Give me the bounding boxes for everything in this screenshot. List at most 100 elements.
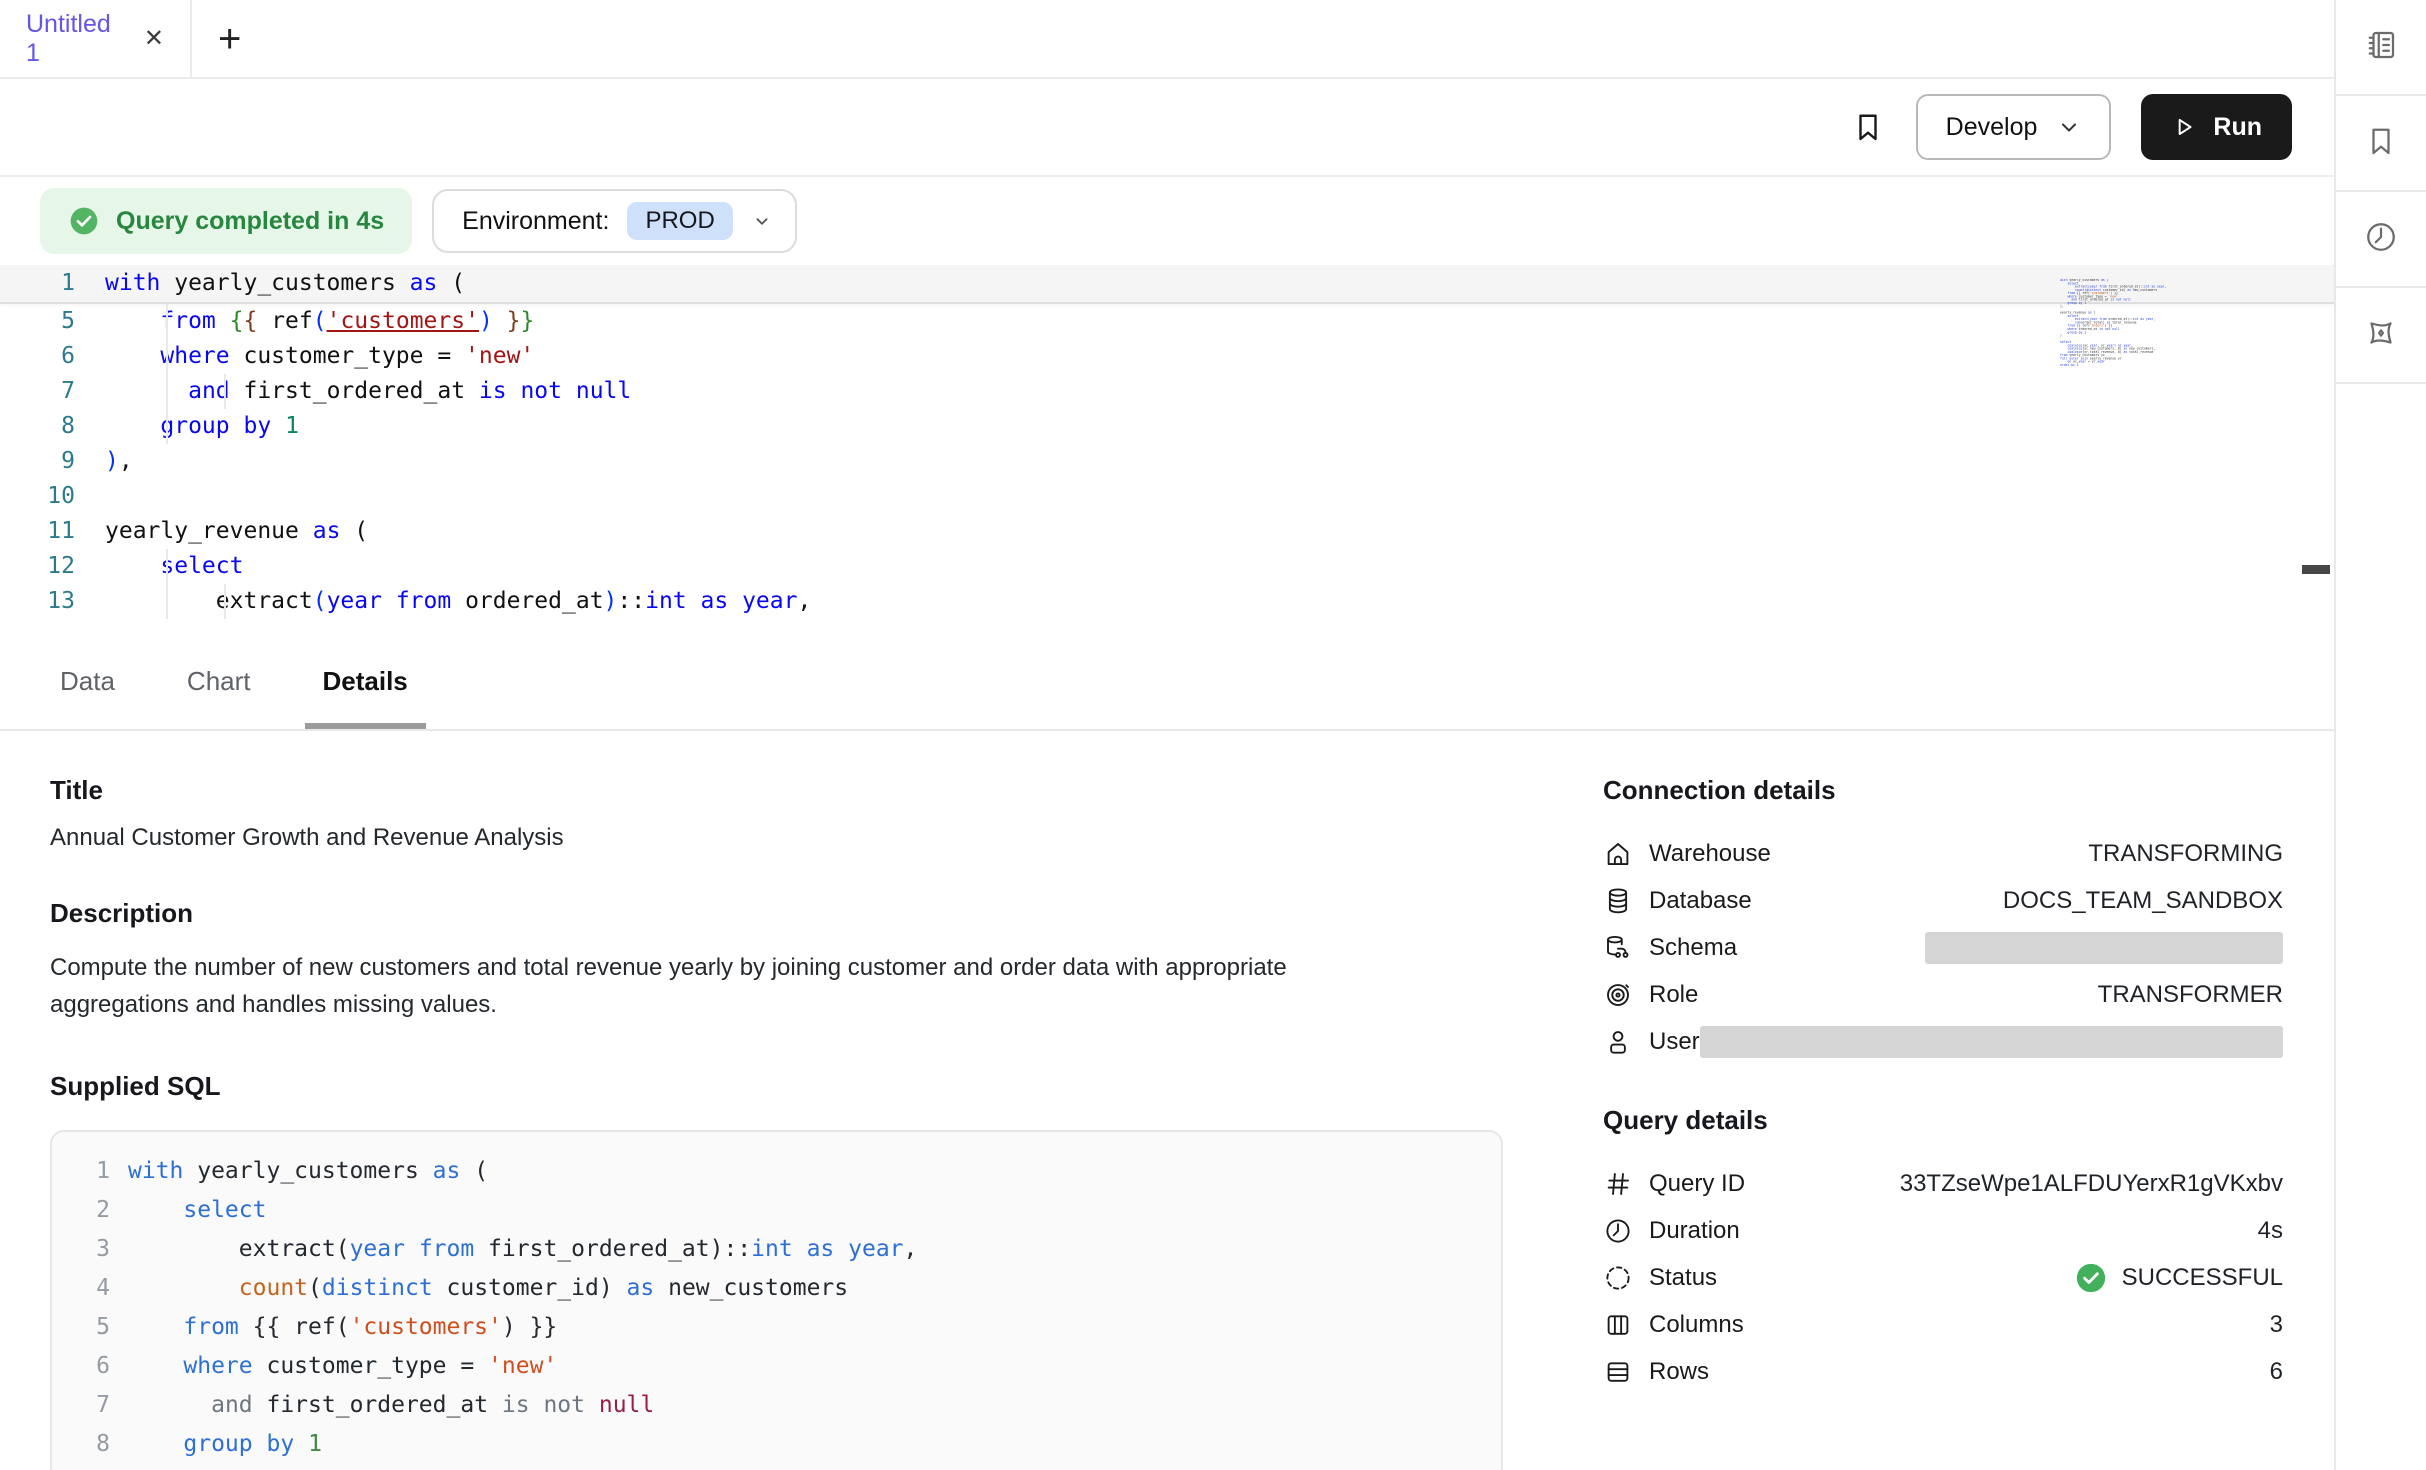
detail-label: User (1649, 1028, 1700, 1056)
main-area: Untitled 1 ✕ + Develop Run Query complet… (0, 0, 2334, 1470)
scrollbar-thumb[interactable] (2302, 565, 2330, 574)
code-line: 12 select (0, 549, 2334, 584)
tab-chart[interactable]: Chart (177, 633, 261, 729)
app-root: Untitled 1 ✕ + Develop Run Query complet… (0, 0, 2426, 1470)
database-icon (1603, 886, 1633, 916)
detail-value: 4s (2258, 1217, 2283, 1245)
sticky-line: 1with yearly_customers as ( (0, 265, 2334, 304)
line-number: 10 (0, 479, 105, 514)
editor-lines: 5 from {{ ref('customers') }}6 where cus… (0, 304, 2334, 633)
tab-untitled-1[interactable]: Untitled 1 ✕ (0, 0, 192, 77)
spinner-icon (1603, 1263, 1633, 1293)
detail-value: TRANSFORMER (2098, 981, 2283, 1009)
sidebar-history-button[interactable] (2336, 192, 2426, 288)
detail-row: Duration4s (1603, 1207, 2283, 1254)
sidebar-notebook-button[interactable] (2336, 0, 2426, 96)
new-tab-button[interactable]: + (218, 19, 241, 59)
code-line: 9), (0, 444, 2334, 479)
query-details-heading: Query details (1603, 1105, 2283, 1136)
query-status-text: Query completed in 4s (116, 207, 384, 236)
detail-row: Role TRANSFORMER (1603, 971, 2283, 1018)
editor-scrollbar[interactable] (2302, 265, 2332, 633)
line-number: 5 (0, 304, 105, 339)
line-number: 1 (0, 265, 105, 302)
connection-details-heading: Connection details (1603, 775, 2283, 806)
line-number: 8 (52, 1425, 128, 1464)
sidebar-compass-button[interactable] (2336, 288, 2426, 384)
toolbar: Develop Run (0, 79, 2334, 177)
close-icon[interactable]: ✕ (144, 24, 164, 53)
code-line: 10 (0, 479, 2334, 514)
tab-data[interactable]: Data (50, 633, 125, 729)
line-number: 3 (52, 1230, 128, 1269)
title-value: Annual Customer Growth and Revenue Analy… (50, 824, 1503, 852)
bookmark-icon[interactable] (1850, 109, 1886, 145)
line-number: 11 (0, 514, 105, 549)
detail-value: 6 (2270, 1358, 2283, 1386)
detail-row: Schema (1603, 924, 2283, 971)
code-line: 8 group by 1 (52, 1425, 1501, 1464)
line-number: 9 (52, 1464, 128, 1470)
supplied-sql-block: 1with yearly_customers as (2 select3 ext… (50, 1130, 1503, 1470)
detail-row: StatusSUCCESSFUL (1603, 1254, 2283, 1301)
user-icon (1603, 1027, 1633, 1057)
code-line: 8 group by 1 (0, 409, 2334, 444)
code-line: 2 select (52, 1191, 1501, 1230)
detail-value: 33TZseWpe1ALFDUYerxR1gVKxbv (1900, 1170, 2283, 1198)
line-number: 6 (52, 1347, 128, 1386)
code-line: 5 from {{ ref('customers') }} (52, 1308, 1501, 1347)
line-number: 8 (0, 409, 105, 444)
detail-label: Status (1649, 1264, 1717, 1292)
code-line: 13 extract(year from ordered_at)::int as… (0, 584, 2334, 619)
environment-label: Environment: (462, 207, 609, 236)
redacted-value (1700, 1026, 2283, 1058)
query-status-pill: Query completed in 4s (40, 188, 412, 254)
tab-details[interactable]: Details (313, 633, 418, 729)
code-line: 9), (52, 1464, 1501, 1470)
details-panel: Title Annual Customer Growth and Revenue… (0, 731, 2334, 1470)
detail-value: TRANSFORMING (2088, 840, 2283, 868)
detail-row: Query ID 33TZseWpe1ALFDUYerxR1gVKxbv (1603, 1160, 2283, 1207)
connection-details-rows: Warehouse TRANSFORMING DatabaseDOCS_TEAM_S… (1603, 830, 2283, 1065)
description-heading: Description (50, 898, 1503, 929)
detail-row: User (1603, 1018, 2283, 1065)
code-line: 11yearly_revenue as ( (0, 514, 2334, 549)
develop-button[interactable]: Develop (1916, 94, 2112, 160)
line-number: 5 (52, 1308, 128, 1347)
detail-label: Query ID (1649, 1170, 1745, 1198)
detail-label: Warehouse (1649, 840, 1771, 868)
chevron-down-icon (751, 210, 773, 232)
code-line: 7 and first_ordered_at is not null (0, 374, 2334, 409)
tab-label: Untitled 1 (26, 10, 124, 68)
detail-label: Role (1649, 981, 1698, 1009)
detail-row: Rows 6 (1603, 1348, 2283, 1395)
line-number: 13 (0, 584, 105, 619)
code-line: 1with yearly_customers as ( (0, 265, 2334, 302)
environment-selector[interactable]: Environment: PROD (432, 189, 797, 253)
hash-icon (1603, 1169, 1633, 1199)
detail-label: Columns (1649, 1311, 1744, 1339)
run-button[interactable]: Run (2141, 94, 2292, 160)
sql-editor[interactable]: 1with yearly_customers as ( 5 from {{ re… (0, 265, 2334, 633)
schema-icon (1603, 933, 1633, 963)
detail-row: DatabaseDOCS_TEAM_SANDBOX (1603, 877, 2283, 924)
redacted-value (1925, 932, 2283, 964)
right-sidebar (2334, 0, 2426, 1470)
description-value: Compute the number of new customers and … (50, 949, 1360, 1023)
sidebar-bookmark-button[interactable] (2336, 96, 2426, 192)
line-number: 9 (0, 444, 105, 479)
clock-icon (1603, 1216, 1633, 1246)
editor-minimap[interactable]: with yearly_customers as ( select extrac… (2060, 279, 2270, 367)
line-number: 6 (0, 339, 105, 374)
warehouse-icon (1603, 839, 1633, 869)
environment-badge: PROD (627, 202, 732, 240)
check-circle-icon (68, 205, 100, 237)
detail-label: Rows (1649, 1358, 1709, 1386)
tab-bar: Untitled 1 ✕ + (0, 0, 2334, 79)
bookmark-icon (2363, 123, 2399, 164)
columns-icon (1603, 1310, 1633, 1340)
code-line: 3 extract(year from first_ordered_at)::i… (52, 1230, 1501, 1269)
role-icon (1603, 980, 1633, 1010)
code-line: 1with yearly_customers as ( (52, 1152, 1501, 1191)
line-number: 7 (52, 1386, 128, 1425)
